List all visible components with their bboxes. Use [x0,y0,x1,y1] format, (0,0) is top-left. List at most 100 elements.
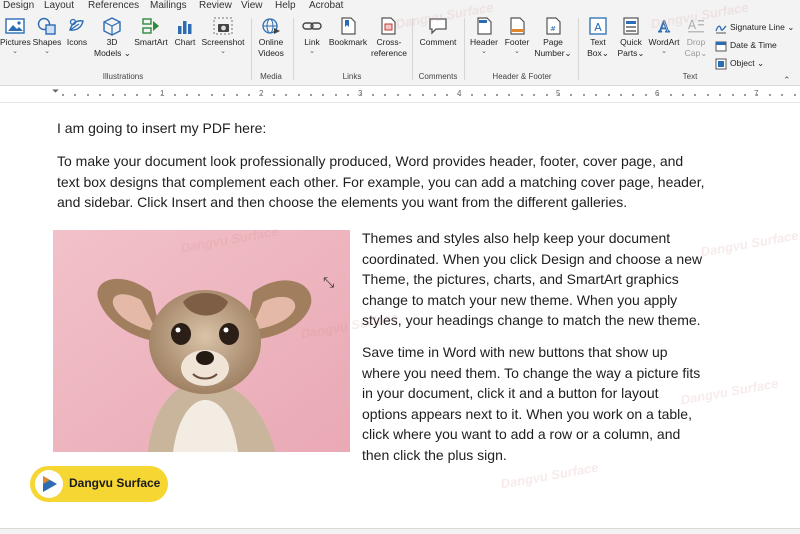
ruler-tick [74,94,76,96]
ruler-tick [236,94,238,96]
online-videos-button[interactable]: Online Videos [254,16,288,59]
svg-text:#: # [550,25,556,33]
ruler-tick [657,94,659,96]
ruler-tick [521,94,523,96]
page-number-button[interactable]: # Page Number⌄ [534,16,572,59]
horizontal-ruler[interactable]: ⏷ 1 2 3 4 5 6 7 [0,87,800,103]
pictures-icon [5,18,25,34]
quick-parts-button[interactable]: Quick Parts⌄ [615,16,647,59]
status-bar [0,528,800,534]
text-line: Save time in Word with new buttons that … [362,344,668,360]
3d-models-button[interactable]: 3D Models ⌄ [94,16,131,59]
media-group-label: Media [260,72,282,81]
icons-button[interactable]: Icons [64,16,90,48]
ruler-tick [112,94,114,96]
tab-layout[interactable]: Layout [44,0,74,12]
shapes-button[interactable]: Shapes ⌄ [32,16,62,56]
text-line: styles, your headings change to match th… [362,312,701,329]
ruler-tick [570,94,572,96]
ruler-tick [781,94,783,96]
ruler-tick [198,94,200,96]
ruler-tick [459,94,461,96]
ruler-tick [62,94,64,96]
ruler-tick [508,94,510,96]
group-separator [464,18,465,80]
channel-logo-icon [35,470,63,498]
paragraph-save-time[interactable]: Save time in Word with new buttons that … [362,342,782,466]
ruler-tick [645,94,647,96]
ruler-tick [794,94,796,96]
screenshot-button[interactable]: Screenshot ⌄ [200,16,246,56]
smartart-button[interactable]: SmartArt [132,16,170,48]
shapes-icon [37,17,56,35]
document-page[interactable]: I am going to insert my PDF here: To mak… [0,104,800,528]
bookmark-button[interactable]: Bookmark [327,16,369,48]
ruler-tick [211,94,213,96]
collapse-ribbon-icon[interactable]: ⌃ [783,75,791,86]
group-separator [578,18,579,80]
signature-icon [715,25,727,34]
object-icon [715,58,727,70]
links-group-label: Links [342,72,362,81]
tab-help[interactable]: Help [275,0,296,12]
text-box-button[interactable]: A Text Box⌄ [583,16,613,59]
channel-badge: Dangvu Surface [30,466,168,502]
signature-line-button[interactable]: Signature Line ⌄ [715,20,794,34]
paragraph-intro[interactable]: I am going to insert my PDF here: [57,118,266,139]
text-line: then click the plus sign. [362,446,507,463]
ruler-tick [422,94,424,96]
text-group-label: Text [682,72,698,81]
text-line: Theme, the pictures, charts, and SmartAr… [362,271,679,288]
ruler-tick [186,94,188,96]
footer-icon [510,17,525,35]
ruler-tick [260,94,262,96]
object-button[interactable]: Object ⌄ [715,56,764,70]
svg-text:A: A [594,21,602,34]
text-line: text box designs that complement each ot… [57,173,705,190]
ruler-tick [87,94,89,96]
tab-references[interactable]: References [88,0,139,12]
link-button[interactable]: Link ⌄ [298,16,326,56]
quick-parts-icon [623,17,639,35]
ruler-tick [682,94,684,96]
globe-video-icon [262,18,280,34]
tab-review[interactable]: Review [199,0,232,12]
date-time-button[interactable]: Date & Time [715,38,777,52]
tab-view[interactable]: View [241,0,263,12]
header-icon [477,17,492,35]
ruler-tick [446,94,448,96]
ruler-tick [546,94,548,96]
comments-group-label: Comments [418,72,458,81]
page-number-icon: # [546,17,561,35]
pictures-button[interactable]: Pictures ⌄ [0,16,31,56]
ruler-tick [322,94,324,96]
ruler-tick [719,94,721,96]
camera-icon [213,17,233,35]
footer-button[interactable]: Footer ⌄ [501,16,533,56]
ruler-tick [409,94,411,96]
ruler-tick [533,94,535,96]
paragraph-design[interactable]: To make your document look professionall… [57,151,757,213]
ruler-tick [310,94,312,96]
chart-icon [178,21,192,34]
illustrations-group-label: Illustrations [102,72,144,81]
text-line: and sidebar. Click Insert and then choos… [57,194,628,211]
ruler-tick [136,94,138,96]
tab-design[interactable]: Design [3,0,34,12]
ruler-tick [732,94,734,96]
icons-icon [69,18,84,31]
group-separator [293,18,294,80]
cube-icon [103,17,121,36]
inserted-dog-picture[interactable] [53,230,350,452]
text-line: click where you want to add a row or a c… [362,426,681,443]
ruler-tick [769,94,771,96]
link-icon [302,22,322,30]
chart-button[interactable]: Chart [172,16,198,48]
text-line: To make your document look professionall… [57,153,684,169]
tab-acrobat[interactable]: Acrobat [309,0,343,12]
ruler-tick [223,94,225,96]
header-button[interactable]: Header ⌄ [468,16,500,56]
indent-marker-icon[interactable]: ⏷ [52,87,59,96]
ruler-tick [360,94,362,96]
tab-mailings[interactable]: Mailings [150,0,187,12]
